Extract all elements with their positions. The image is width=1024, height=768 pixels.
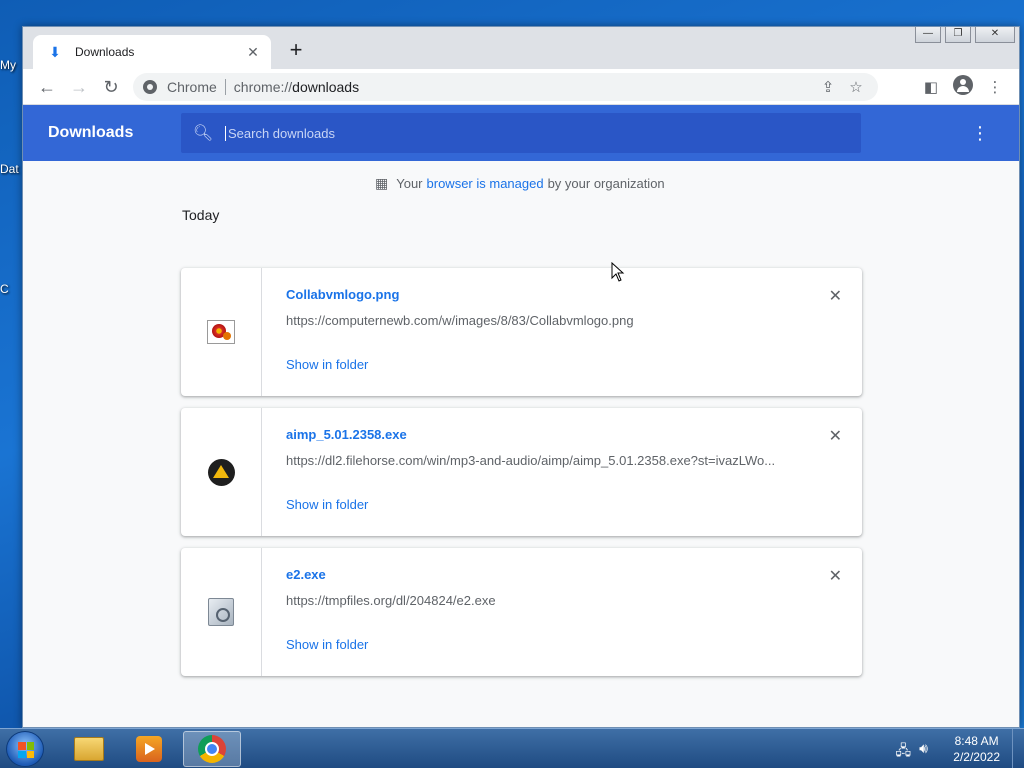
remove-item-icon[interactable]: ✕	[829, 426, 842, 446]
system-tray: 🖧︎ 🔊︎	[896, 740, 928, 764]
page-title: Downloads	[48, 124, 134, 141]
omnibox-chip: Chrome	[167, 79, 217, 95]
tab-title: Downloads	[75, 45, 135, 59]
remove-item-icon[interactable]: ✕	[829, 566, 842, 586]
minimize-button[interactable]: —	[915, 27, 941, 43]
aimp-icon	[207, 458, 235, 486]
bookmark-star-icon[interactable]: ☆	[842, 78, 870, 96]
file-url[interactable]: https://dl2.filehorse.com/win/mp3-and-au…	[286, 453, 786, 468]
tab-strip: ⬇ Downloads ✕ + — ❐ ✕	[23, 27, 1019, 69]
clock-time: 8:48 AM	[954, 734, 999, 748]
download-item: Collabvmlogo.png https://computernewb.co…	[181, 268, 862, 396]
exe-file-icon	[208, 598, 234, 626]
file-url[interactable]: https://computernewb.com/w/images/8/83/C…	[286, 313, 786, 328]
date-section-label: Today	[182, 207, 220, 223]
omnibox-actions: ⇪ ☆	[814, 73, 870, 101]
windows-logo-icon	[18, 742, 34, 758]
tab-downloads[interactable]: ⬇ Downloads ✕	[33, 35, 271, 69]
managed-prefix: Your	[396, 176, 423, 191]
taskbar-chrome-button[interactable]	[183, 731, 241, 767]
search-icon: 🔍︎	[192, 125, 214, 142]
forward-arrow-icon[interactable]: →	[63, 71, 95, 103]
new-tab-button[interactable]: +	[285, 39, 307, 61]
close-window-button[interactable]: ✕	[975, 27, 1015, 43]
file-icon-column	[181, 408, 262, 536]
more-actions-icon[interactable]: ⋮	[971, 123, 989, 143]
network-icon[interactable]: 🖧︎	[896, 740, 912, 764]
file-name-link[interactable]: aimp_5.01.2358.exe	[286, 427, 407, 442]
omnibox-separator	[224, 79, 226, 95]
side-panel-icon[interactable]: ◧	[915, 78, 947, 96]
show-in-folder-link[interactable]: Show in folder	[286, 357, 368, 372]
search-bar[interactable]: 🔍︎	[181, 113, 861, 153]
image-file-icon	[207, 320, 235, 344]
managed-notice: ▦ Your browser is managed by your organi…	[375, 175, 665, 192]
profile-avatar-icon[interactable]	[947, 75, 979, 99]
file-name-link[interactable]: e2.exe	[286, 567, 326, 582]
reload-icon[interactable]: ↻	[95, 71, 127, 103]
taskbar-explorer-button[interactable]	[60, 731, 118, 767]
volume-icon[interactable]: 🔊︎	[919, 740, 928, 764]
mouse-cursor-icon	[611, 262, 625, 282]
downloads-header: Downloads 🔍︎ ⋮	[23, 105, 1019, 161]
chrome-window: ⬇ Downloads ✕ + — ❐ ✕ ← → ↻ Chrome chrom…	[22, 26, 1020, 728]
chrome-menu-icon[interactable]: ⋮	[979, 78, 1011, 96]
window-controls: — ❐ ✕	[911, 27, 1019, 43]
windows-taskbar: 🖧︎ 🔊︎ 8:48 AM 2/2/2022	[0, 728, 1024, 768]
share-icon[interactable]: ⇪	[814, 78, 842, 96]
toolbar-right: ◧ ⋮	[915, 69, 1011, 105]
chrome-site-icon	[143, 80, 157, 94]
media-player-icon	[136, 736, 162, 762]
show-in-folder-link[interactable]: Show in folder	[286, 637, 368, 652]
show-desktop-button[interactable]	[1012, 729, 1024, 768]
url-scheme: chrome://	[233, 79, 293, 95]
managed-suffix: by your organization	[547, 176, 665, 191]
start-button[interactable]	[6, 731, 44, 767]
omnibox-url[interactable]: chrome://downloads	[234, 79, 359, 95]
desktop-icon-label-c[interactable]: C	[0, 282, 9, 296]
building-icon: ▦	[375, 175, 389, 191]
taskbar-media-player-button[interactable]	[120, 731, 178, 767]
managed-link[interactable]: browser is managed	[427, 176, 544, 191]
desktop-icon-label-data[interactable]: Dat	[0, 162, 19, 176]
folder-icon	[74, 737, 104, 761]
download-icon: ⬇	[49, 44, 61, 60]
desktop-icon-label-my[interactable]: My	[0, 58, 16, 72]
back-arrow-icon[interactable]: ←	[31, 71, 63, 103]
download-item: e2.exe https://tmpfiles.org/dl/204824/e2…	[181, 548, 862, 676]
file-url[interactable]: https://tmpfiles.org/dl/204824/e2.exe	[286, 593, 786, 608]
remove-item-icon[interactable]: ✕	[829, 286, 842, 306]
file-name-link[interactable]: Collabvmlogo.png	[286, 287, 399, 302]
download-item: aimp_5.01.2358.exe https://dl2.filehorse…	[181, 408, 862, 536]
chrome-icon	[198, 735, 226, 763]
browser-toolbar: ← → ↻ Chrome chrome://downloads ⇪ ☆ ◧ ⋮	[23, 69, 1019, 105]
restore-button[interactable]: ❐	[945, 27, 971, 43]
url-host: downloads	[292, 79, 360, 95]
file-icon-column	[181, 268, 262, 396]
clock-date: 2/2/2022	[953, 750, 1000, 764]
taskbar-clock[interactable]: 8:48 AM 2/2/2022	[953, 733, 1000, 765]
downloads-page: Downloads 🔍︎ ⋮ ▦ Your browser is managed…	[23, 105, 1019, 727]
file-icon-column	[181, 548, 262, 676]
tab-close-icon[interactable]: ✕	[245, 44, 261, 60]
search-input[interactable]	[225, 125, 825, 141]
show-in-folder-link[interactable]: Show in folder	[286, 497, 368, 512]
address-bar[interactable]: Chrome chrome://downloads ⇪ ☆	[133, 73, 878, 101]
